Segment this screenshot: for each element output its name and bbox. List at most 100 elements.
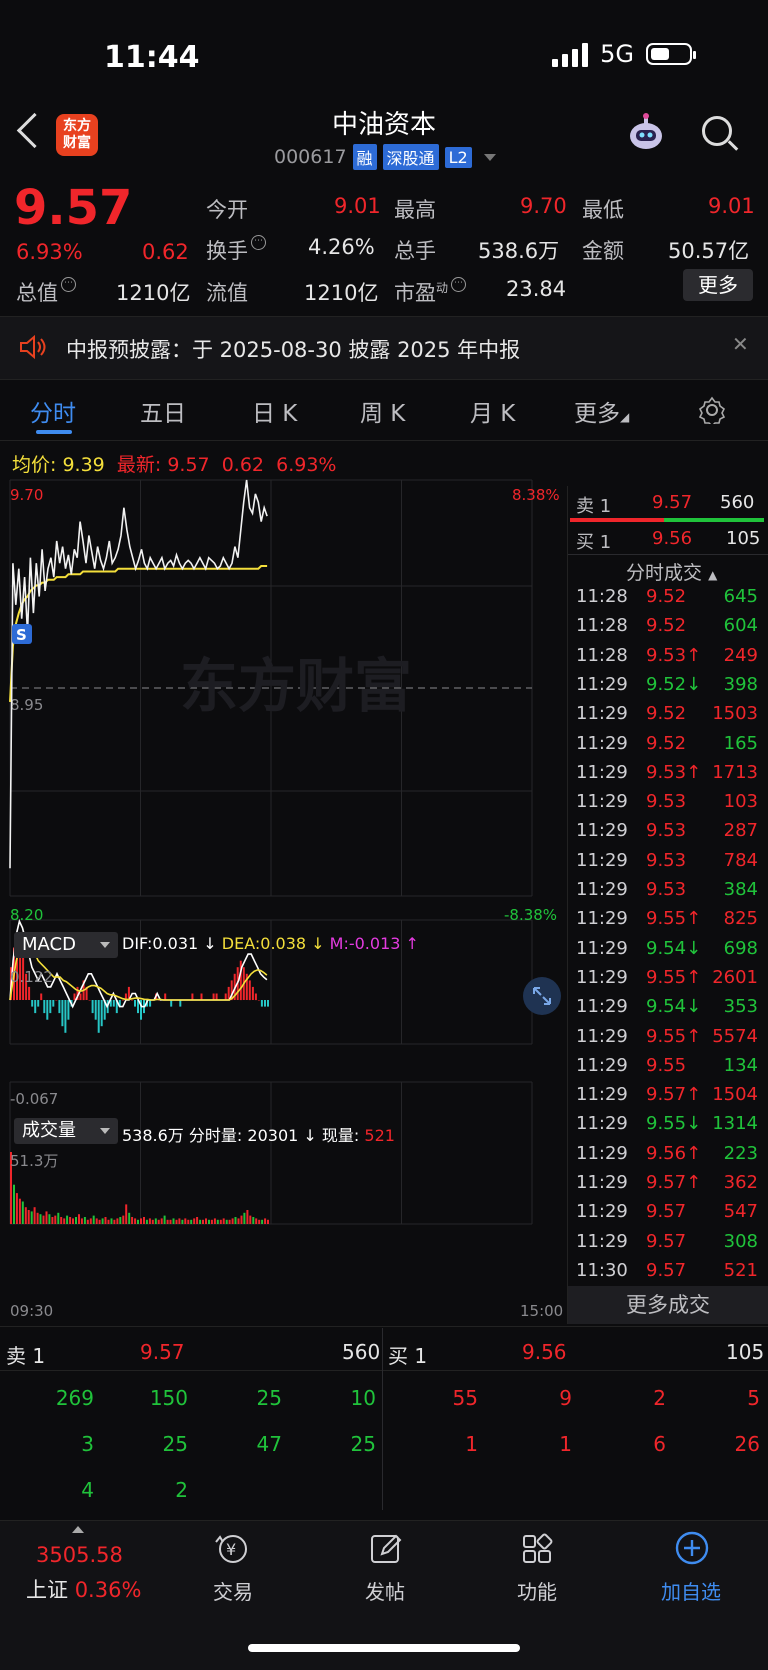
volume-bar <box>48 1214 51 1224</box>
functions-icon[interactable] <box>520 1532 556 1566</box>
tick-price: 9.54↓ <box>646 996 702 1018</box>
macd-bar <box>64 1000 67 1033</box>
tick-volume: 134 <box>723 1054 758 1076</box>
tick-time: 11:28 <box>576 615 628 637</box>
tag-l2: L2 <box>444 146 472 168</box>
ob-bid1-volume: 105 <box>726 1340 765 1364</box>
volume-bar <box>237 1218 240 1224</box>
nav-post[interactable]: 发帖 <box>340 1576 430 1605</box>
volume-bar <box>89 1218 92 1224</box>
nav-trade[interactable]: 交易 <box>188 1576 278 1605</box>
volume-bar <box>231 1218 234 1224</box>
trade-icon[interactable]: ¥ <box>214 1532 252 1566</box>
tick-row: 11:29 9.55↓ 1314 <box>568 1113 768 1142</box>
status-indicators: 5G <box>552 40 696 68</box>
tick-time: 11:29 <box>576 1172 628 1193</box>
volume-bar <box>187 1219 190 1224</box>
volume-bar <box>157 1219 160 1224</box>
tab-more[interactable]: 更多◢ <box>574 394 629 428</box>
nav-functions[interactable]: 功能 <box>492 1576 582 1605</box>
macd-bar <box>73 993 76 1001</box>
search-icon[interactable] <box>702 116 732 146</box>
intraday-chart[interactable]: 东方财富 9.70 8.95 8.20 8.38% -8.38% S 0.122… <box>0 476 568 1316</box>
tick-price: 9.55↑ <box>646 908 702 930</box>
tab-intraday[interactable]: 分时 <box>30 394 76 428</box>
volume-bar <box>210 1219 213 1224</box>
tick-volume: 784 <box>723 849 758 871</box>
macd-bar <box>97 1000 100 1033</box>
add-watchlist-icon[interactable] <box>674 1530 710 1566</box>
tick-price: 9.55↑ <box>646 1025 702 1047</box>
ticks-title[interactable]: 分时成交 ▲ <box>626 558 717 585</box>
macd-selector[interactable]: MACD <box>14 932 118 958</box>
open-label: 今开 <box>206 198 248 222</box>
volume-bar <box>98 1219 101 1224</box>
info-icon[interactable]: ⋯ <box>451 277 467 292</box>
macd-bar <box>61 1000 64 1027</box>
tick-time: 11:29 <box>576 879 628 900</box>
bid-ask-bar-green <box>664 518 764 522</box>
volume-bar <box>113 1219 116 1224</box>
settings-icon[interactable] <box>698 396 726 424</box>
macd-bar <box>79 993 82 1001</box>
volume-bar <box>258 1219 261 1224</box>
tick-row: 11:28 9.52 604 <box>568 615 768 644</box>
ask1-volume: 560 <box>720 492 755 513</box>
macd-bar <box>34 1000 37 1014</box>
assistant-robot-icon[interactable] <box>624 112 668 156</box>
tick-row: 11:28 9.53↑ 249 <box>568 645 768 674</box>
volume-bar <box>166 1219 169 1224</box>
post-icon[interactable] <box>368 1532 404 1566</box>
macd-bar <box>112 1000 115 1007</box>
queue-cell: 47 <box>256 1432 282 1456</box>
stock-code: 000617 <box>274 146 347 168</box>
tab-monthly-k[interactable]: 月 K <box>470 394 515 428</box>
turnover-label[interactable]: 换手 ⋯ <box>206 235 266 265</box>
tab-daily-k[interactable]: 日 K <box>252 394 297 428</box>
tick-row: 11:28 9.52 645 <box>568 586 768 615</box>
pe-label[interactable]: 市盈动 ⋯ <box>394 277 467 307</box>
nav-add-watchlist[interactable]: 加自选 <box>646 1576 736 1605</box>
volume-bar <box>267 1219 269 1224</box>
volume-bar <box>125 1204 128 1224</box>
home-indicator[interactable] <box>248 1644 520 1652</box>
dropdown-icon[interactable] <box>483 153 496 161</box>
tab-five-day[interactable]: 五日 <box>140 394 186 428</box>
macd-bar <box>58 1000 61 1014</box>
y-axis-top: 9.70 <box>10 486 43 504</box>
tab-weekly-k[interactable]: 周 K <box>360 394 405 428</box>
tick-volume: 521 <box>723 1259 758 1281</box>
index-value[interactable]: 3505.58 <box>36 1543 123 1567</box>
tick-row: 11:29 9.57 547 <box>568 1201 768 1230</box>
macd-bar <box>251 986 254 1000</box>
stock-subline[interactable]: 000617 融 深股通 L2 <box>274 144 496 170</box>
macd-bar <box>100 1000 103 1027</box>
volume-selector[interactable]: 成交量 <box>14 1118 118 1144</box>
tick-row: 11:29 9.56↑ 223 <box>568 1143 768 1172</box>
tick-row: 11:29 9.57↑ 1504 <box>568 1084 768 1113</box>
more-trades-button[interactable]: 更多成交 <box>568 1286 768 1324</box>
tick-volume: 308 <box>723 1230 758 1252</box>
queue-cell: 150 <box>149 1386 188 1410</box>
info-icon[interactable]: ⋯ <box>61 277 76 292</box>
macd-bar <box>121 1000 124 1001</box>
mcap-label[interactable]: 总值 ⋯ <box>16 277 76 307</box>
y-axis-top-pct: 8.38% <box>512 486 560 504</box>
info-icon[interactable]: ⋯ <box>251 235 266 250</box>
tick-time: 11:29 <box>576 673 628 695</box>
queue-cell: 1 <box>559 1432 572 1456</box>
more-quote-button[interactable]: 更多 <box>683 269 753 301</box>
volume-bar <box>122 1215 125 1224</box>
y-axis-bottom: 8.20 <box>10 906 43 924</box>
tick-price: 9.52 <box>646 732 687 754</box>
index-quote[interactable]: 上证 0.36% <box>26 1574 141 1604</box>
volume-bar <box>80 1218 83 1224</box>
tick-volume: 1314 <box>712 1113 758 1135</box>
index-expand-icon[interactable] <box>72 1526 84 1533</box>
float-value: 1210亿 <box>304 281 379 305</box>
volume-max: 51.3万 <box>10 1152 58 1170</box>
tick-row: 11:29 9.55 134 <box>568 1055 768 1084</box>
close-icon[interactable]: ✕ <box>732 332 749 356</box>
volume-bar <box>36 1212 39 1224</box>
tick-row: 11:29 9.52 1503 <box>568 703 768 732</box>
